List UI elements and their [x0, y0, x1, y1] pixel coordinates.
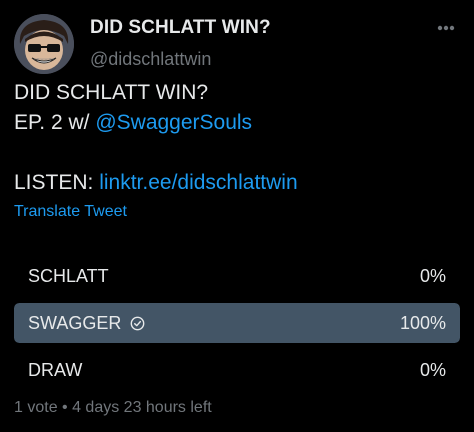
cartoon-face-avatar-icon — [14, 14, 74, 74]
poll: SCHLATT 0% SWAGGER 100% DRAW 0% — [14, 256, 460, 397]
poll-option-swagger: SWAGGER 100% — [14, 303, 460, 343]
mention-link[interactable]: @SwaggerSouls — [95, 111, 252, 134]
poll-option-text: SCHLATT — [28, 266, 109, 286]
poll-option-draw: DRAW 0% — [14, 350, 460, 390]
avatar[interactable] — [14, 14, 74, 74]
poll-option-percent: 0% — [419, 360, 446, 380]
poll-option-label: DRAW — [28, 350, 82, 390]
poll-option-label: SWAGGER — [28, 303, 145, 343]
tweet-header: DID SCHLATT WIN? @didschlattwin — [14, 14, 460, 74]
check-circle-icon — [130, 316, 145, 330]
poll-summary: 1 vote • 4 days 23 hours left — [14, 399, 212, 416]
poll-option-text: DRAW — [28, 360, 83, 380]
poll-option-text: SWAGGER — [28, 313, 122, 333]
author-handle[interactable]: @didschlattwin — [90, 47, 271, 71]
listen-link[interactable]: linktr.ee/didschlattwin — [99, 171, 297, 194]
tweet-body: DID SCHLATT WIN? EP. 2 w/ @SwaggerSouls … — [14, 78, 460, 198]
poll-option-schlatt: SCHLATT 0% — [14, 256, 460, 296]
poll-option-label: SCHLATT — [28, 256, 109, 296]
poll-option-percent: 100% — [399, 313, 446, 333]
listen-text: LISTEN: — [14, 171, 100, 194]
tweet-line-title: DID SCHLATT WIN? — [14, 81, 209, 104]
tweet-line-episode: EP. 2 w/ @SwaggerSouls — [14, 108, 460, 138]
author-names: DID SCHLATT WIN? @didschlattwin — [90, 16, 271, 71]
author-display-name[interactable]: DID SCHLATT WIN? — [90, 16, 271, 40]
episode-text: EP. 2 w/ — [14, 111, 96, 134]
more-options-button[interactable] — [432, 14, 460, 42]
tweet-line-listen: LISTEN: linktr.ee/didschlattwin — [14, 168, 460, 198]
more-dots-icon — [437, 25, 455, 31]
translate-tweet-link[interactable]: Translate Tweet — [14, 202, 127, 222]
poll-option-percent: 0% — [419, 266, 446, 286]
